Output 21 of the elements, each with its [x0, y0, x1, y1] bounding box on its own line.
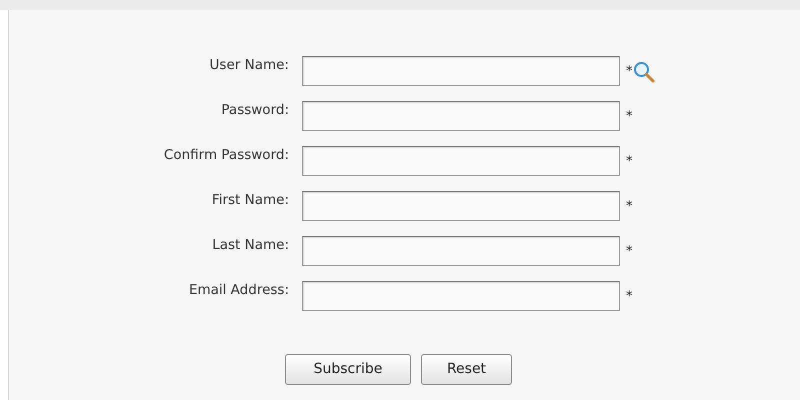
text-input[interactable] [302, 146, 620, 176]
required-mark: * [626, 108, 632, 126]
field-label: Confirm Password: [162, 146, 289, 165]
field-label: Last Name: [211, 236, 289, 255]
text-input[interactable] [302, 236, 620, 266]
required-mark: * [626, 243, 632, 261]
required-mark: * [626, 63, 632, 81]
required-mark: * [626, 288, 632, 306]
search-icon[interactable] [632, 61, 654, 83]
form-button[interactable]: Reset [421, 354, 512, 385]
field-label: Email Address: [188, 281, 289, 300]
text-input[interactable] [302, 281, 620, 311]
field-label: User Name: [208, 56, 289, 75]
field-label: First Name: [210, 191, 289, 210]
field-label: Password: [220, 101, 289, 120]
text-input[interactable] [302, 191, 620, 221]
required-mark: * [626, 198, 632, 216]
text-input[interactable] [302, 101, 620, 131]
text-input[interactable] [302, 56, 620, 86]
form-button[interactable]: Subscribe [285, 354, 411, 385]
required-mark: * [626, 153, 632, 171]
